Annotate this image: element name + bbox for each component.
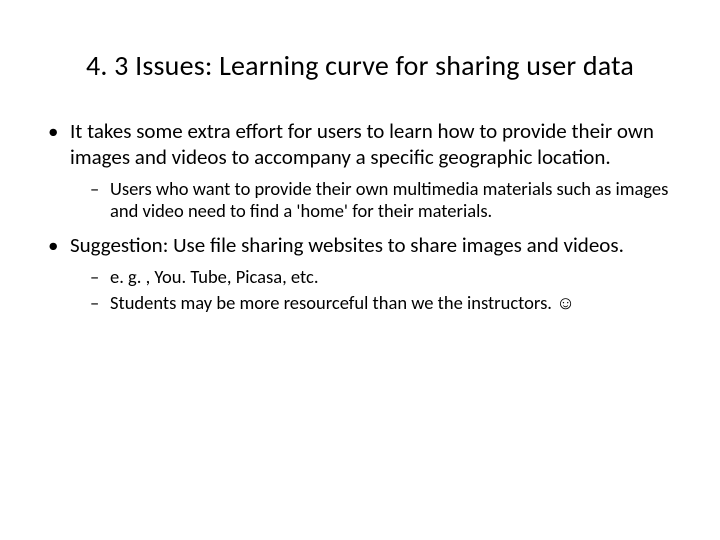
list-item: Students may be more resourceful than we… — [88, 292, 684, 314]
slide: 4. 3 Issues: Learning curve for sharing … — [0, 0, 720, 540]
list-item: Users who want to provide their own mult… — [88, 178, 684, 222]
bullet-text: It takes some extra effort for users to … — [70, 118, 654, 170]
bullet-text: Suggestion: Use file sharing websites to… — [70, 232, 624, 258]
sub-bullet-text: Users who want to provide their own mult… — [110, 177, 668, 222]
list-item: Suggestion: Use file sharing websites to… — [44, 233, 684, 315]
list-item: e. g. , You. Tube, Picasa, etc. — [88, 266, 684, 288]
bullet-list: It takes some extra effort for users to … — [44, 119, 684, 315]
sub-bullet-text: e. g. , You. Tube, Picasa, etc. — [110, 265, 319, 288]
slide-title: 4. 3 Issues: Learning curve for sharing … — [36, 48, 684, 83]
sub-list: e. g. , You. Tube, Picasa, etc. Students… — [88, 266, 684, 314]
sub-list: Users who want to provide their own mult… — [88, 178, 684, 222]
list-item: It takes some extra effort for users to … — [44, 119, 684, 223]
sub-bullet-text: Students may be more resourceful than we… — [110, 291, 575, 314]
